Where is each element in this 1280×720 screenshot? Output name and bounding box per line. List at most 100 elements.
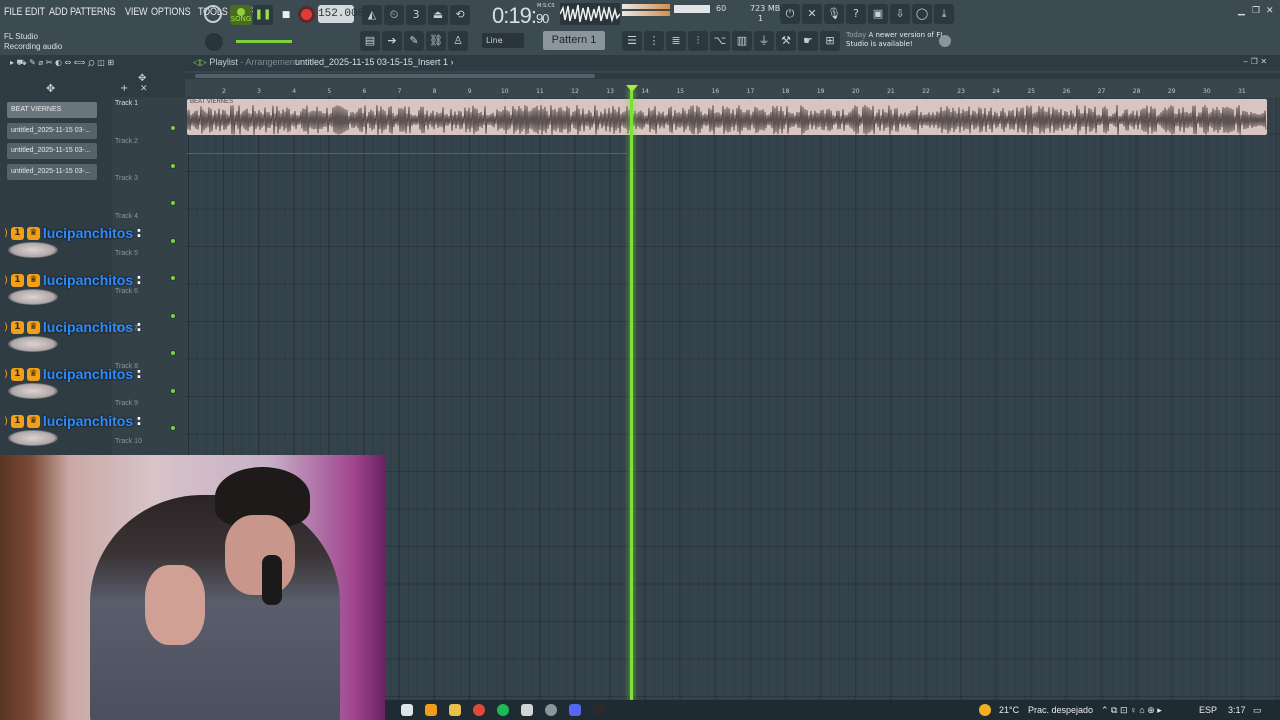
playlist-tools-icons[interactable]: ▸ ⛟ ✎ ⌀ ✂ ◐ ⇔ ⟺ ⌕ ◫ ⊞	[10, 58, 114, 68]
menu-item-edit[interactable]: EDIT	[25, 6, 45, 18]
file-explorer-icon[interactable]	[449, 704, 461, 716]
pitch-knob[interactable]	[205, 33, 223, 51]
mic-icon[interactable]: 🎙	[824, 4, 844, 24]
notifications-icon[interactable]: ▭	[1253, 705, 1262, 716]
wait-input-icon[interactable]: ⏲	[384, 5, 404, 25]
playlist-icon[interactable]: ☰	[622, 31, 642, 51]
touch-icon[interactable]: ☛	[798, 31, 818, 51]
tools-icon[interactable]: ✕	[802, 4, 822, 24]
playhead[interactable]	[630, 88, 633, 700]
pattern-item[interactable]: BEAT VIERNES	[7, 102, 97, 118]
master-pitch-slider[interactable]	[236, 40, 292, 43]
track-label[interactable]: Track 2	[115, 138, 138, 145]
menu-item-file[interactable]: FILE	[4, 6, 23, 18]
globe-icon[interactable]	[939, 35, 951, 47]
playlist-window-controls[interactable]: ‒ ❐ ✕	[1243, 57, 1267, 66]
pause-button[interactable]: ❚❚	[253, 5, 273, 25]
link-icon[interactable]: ⛓	[426, 31, 446, 51]
track-label[interactable]: Track 1	[115, 100, 138, 107]
maximize-icon[interactable]: ❐	[1252, 6, 1260, 16]
song-mode-button[interactable]: SONG	[230, 5, 252, 25]
master-volume-knob[interactable]	[204, 5, 222, 23]
pencil-icon[interactable]: ✎	[404, 31, 424, 51]
obs-icon[interactable]	[593, 704, 605, 716]
fl-studio-taskbar-icon[interactable]	[425, 704, 437, 716]
track-label[interactable]: Track 3	[115, 175, 138, 182]
breadcrumb[interactable]: untitled_2025-11-15 03-15-15_Insert 1 ›	[295, 57, 453, 67]
track-mute-led[interactable]	[170, 350, 176, 356]
track-mute-led[interactable]	[170, 237, 176, 244]
task-view-icon[interactable]	[401, 704, 413, 716]
minimize-icon[interactable]: ▁	[1238, 6, 1245, 16]
move-icon[interactable]: ✥	[46, 82, 55, 95]
track-mute-led[interactable]	[170, 425, 176, 431]
chat-username[interactable]: lucipanchitos	[43, 225, 133, 241]
chat-icon[interactable]: ◯	[912, 4, 932, 24]
browser-icon[interactable]: ⌥	[710, 31, 730, 51]
chrome-icon[interactable]	[473, 704, 485, 716]
chat-username[interactable]: lucipanchitos	[43, 413, 133, 429]
chat-username[interactable]: lucipanchitos	[43, 272, 133, 288]
plug-icon[interactable]: ⏚	[754, 31, 774, 51]
track-mute-led[interactable]	[170, 125, 176, 131]
weather-temp[interactable]: 21°C	[999, 705, 1019, 715]
cart-icon[interactable]: ⊞	[820, 31, 840, 51]
save-icon[interactable]: ▣	[868, 4, 888, 24]
menu-item-patterns[interactable]: PATTERNS	[70, 6, 116, 18]
channel-rack-icon[interactable]: ≣	[666, 31, 686, 51]
reset-icon[interactable]: ⏻	[780, 4, 800, 24]
pattern-selector[interactable]: Pattern 1	[543, 31, 605, 50]
playlist-play-icon[interactable]: ◁▷	[193, 57, 209, 67]
settings-icon[interactable]	[545, 704, 557, 716]
countdown-icon[interactable]: 3	[406, 5, 426, 25]
scroll-icon[interactable]: ✥	[138, 73, 146, 84]
metronome-icon[interactable]: ◭	[362, 5, 382, 25]
clock[interactable]: 3:17	[1228, 705, 1246, 715]
chat-username[interactable]: lucipanchitos	[43, 366, 133, 382]
piano-roll-icon[interactable]: ⋮	[644, 31, 664, 51]
news-panel[interactable]: Today A newer version of FL Studio is av…	[846, 31, 946, 49]
menu-item-options[interactable]: OPTIONS	[151, 6, 191, 18]
pattern-item[interactable]: untitled_2025-11-15 03-...	[7, 122, 97, 139]
mixer-icon[interactable]: ⫶	[688, 31, 708, 51]
tempo-display[interactable]: 152.000	[318, 5, 364, 23]
wand-icon[interactable]: ⚒	[776, 31, 796, 51]
stop-button[interactable]: ■	[276, 5, 296, 25]
piano-icon[interactable]: ▤	[360, 31, 380, 51]
record-button[interactable]	[298, 6, 315, 23]
pattern-item[interactable]: untitled_2025-11-15 03-...	[7, 163, 97, 180]
discord-icon[interactable]	[569, 704, 581, 716]
menu-item-add[interactable]: ADD	[49, 6, 68, 18]
help-icon[interactable]: ?	[846, 4, 866, 24]
scrollbar-thumb[interactable]	[195, 74, 595, 78]
track-label[interactable]: Track 4	[115, 213, 138, 220]
spotify-icon[interactable]	[497, 704, 509, 716]
playhead-marker[interactable]	[626, 85, 638, 92]
chat-username[interactable]: lucipanchitos	[43, 319, 133, 335]
audio-clip[interactable]: BEAT VIERNES	[187, 99, 1267, 135]
stamp-icon[interactable]: ♙	[448, 31, 468, 51]
tray-icons[interactable]: ⌃ ⧉ ⊡ ♀ ⌂ ⊕ ▸	[1101, 705, 1162, 716]
track-mute-led[interactable]	[170, 162, 176, 169]
plugin-icon[interactable]: ▥	[732, 31, 752, 51]
track-mute-led[interactable]	[170, 312, 176, 319]
track-mute-led[interactable]	[170, 200, 176, 206]
track-mute-led[interactable]	[170, 275, 176, 281]
delete-track-icon[interactable]: ✕	[140, 84, 148, 94]
close-icon[interactable]: ✕	[1266, 6, 1274, 16]
step-edit-icon[interactable]: ⏏	[428, 5, 448, 25]
track-label[interactable]: Track 10	[115, 438, 142, 445]
download-icon[interactable]: ⤓	[934, 4, 954, 24]
track-label[interactable]: Track 9	[115, 400, 138, 407]
render-icon[interactable]: ⇩	[890, 4, 910, 24]
track-mute-led[interactable]	[170, 387, 176, 394]
weather-icon[interactable]	[979, 704, 991, 716]
track-label[interactable]: Track 5	[115, 250, 138, 257]
pattern-item[interactable]: untitled_2025-11-15 03-...	[7, 143, 97, 159]
menu-item-view[interactable]: VIEW	[125, 6, 148, 18]
timeline-ruler[interactable]: 2 3 4 5 6 7 8 9 10 11 12 13 14 15 16 17 18 19 20 21 22 23 24 25…	[185, 71, 1280, 97]
loop-record-icon[interactable]: ⟲	[450, 5, 470, 25]
snap-select[interactable]: Line	[482, 33, 524, 48]
add-track-icon[interactable]: +	[120, 83, 128, 94]
app-icon[interactable]	[521, 704, 533, 716]
